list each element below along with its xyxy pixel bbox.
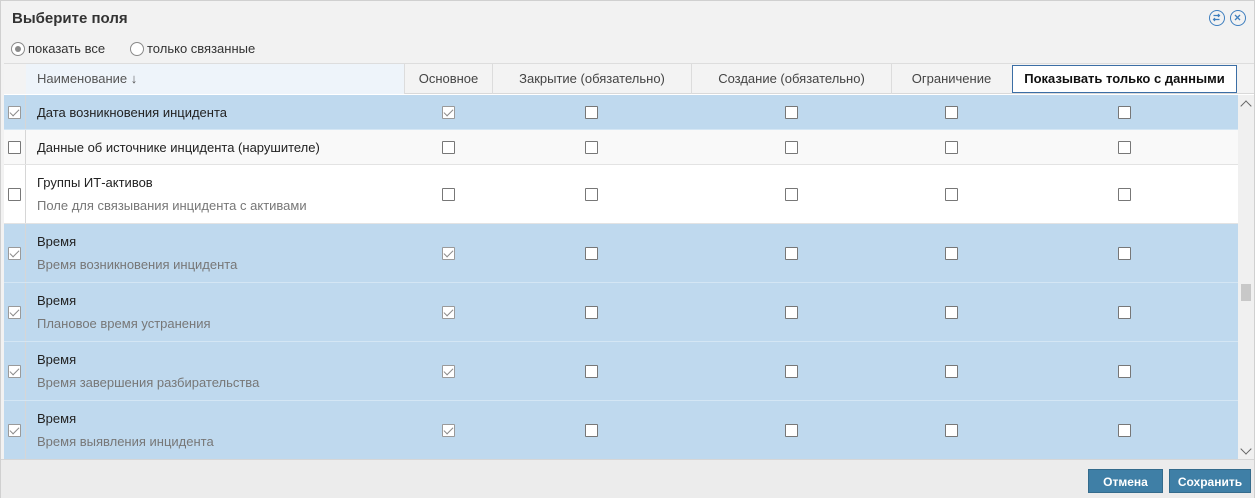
radio-show-all-label: показать все [28, 41, 106, 56]
checkbox-restriction[interactable] [945, 306, 958, 319]
checkbox-main[interactable] [442, 247, 455, 260]
checkbox-closing[interactable] [585, 306, 598, 319]
checkbox-restriction[interactable] [945, 141, 958, 154]
checkbox-closing[interactable] [585, 106, 598, 119]
checkbox-only-data[interactable] [1118, 424, 1131, 437]
checkbox-closing[interactable] [585, 247, 598, 260]
row-select-checkbox[interactable] [8, 106, 21, 119]
checkbox-creation[interactable] [785, 247, 798, 260]
row-select-checkbox[interactable] [8, 306, 21, 319]
checkbox-restriction[interactable] [945, 424, 958, 437]
save-button[interactable]: Сохранить [1169, 469, 1251, 493]
checkbox-creation[interactable] [785, 188, 798, 201]
radio-only-linked-label: только связанные [147, 41, 256, 56]
checkbox-creation[interactable] [785, 306, 798, 319]
header-checkbox-cell [4, 64, 26, 94]
grid-header: Наименование ↓ Основное Закрытие (обязат… [4, 64, 1254, 94]
checkbox-restriction[interactable] [945, 188, 958, 201]
close-icon[interactable] [1230, 10, 1246, 26]
table-row[interactable]: Дата возникновения инцидента [4, 95, 1238, 130]
radio-button[interactable] [11, 41, 25, 56]
column-header-closing[interactable]: Закрытие (обязательно) [492, 64, 691, 94]
checkbox-main[interactable] [442, 141, 455, 154]
column-header-main[interactable]: Основное [404, 64, 492, 94]
checkbox-restriction[interactable] [945, 247, 958, 260]
checkbox-only-data[interactable] [1118, 106, 1131, 119]
row-title: Время [37, 352, 77, 367]
column-header-only-data[interactable]: Показывать только с данными [1012, 65, 1237, 93]
row-title: Время [37, 411, 77, 426]
dialog-footer: Отмена Сохранить [1, 459, 1254, 498]
radio-show-all[interactable]: показать все [11, 41, 105, 56]
row-select-checkbox[interactable] [8, 247, 21, 260]
table-row[interactable]: Группы ИТ-активов Поле для связывания инц… [4, 165, 1238, 224]
scroll-thumb[interactable] [1241, 284, 1251, 301]
table-row[interactable]: Время Плановое время устранения [4, 283, 1238, 342]
cancel-button[interactable]: Отмена [1088, 469, 1163, 493]
radio-button[interactable] [130, 41, 144, 56]
dialog-title: Выберите поля [12, 10, 128, 27]
column-header-name[interactable]: Наименование ↓ [26, 64, 404, 94]
select-fields-dialog: Выберите поля показать все только связан… [0, 0, 1255, 498]
dialog-titlebar: Выберите поля [1, 1, 1254, 37]
fields-grid: Наименование ↓ Основное Закрытие (обязат… [4, 63, 1254, 459]
row-title: Группы ИТ-активов [37, 175, 153, 190]
checkbox-closing[interactable] [585, 365, 598, 378]
column-header-restriction[interactable]: Ограничение [891, 64, 1011, 94]
checkbox-only-data[interactable] [1118, 188, 1131, 201]
checkbox-main[interactable] [442, 106, 455, 119]
table-row[interactable]: Время Время возникновения инцидента [4, 224, 1238, 283]
scroll-up-arrow-icon[interactable] [1240, 100, 1252, 112]
row-select-checkbox[interactable] [8, 141, 21, 154]
row-description: Время возникновения инцидента [37, 257, 238, 272]
row-select-checkbox[interactable] [8, 424, 21, 437]
checkbox-creation[interactable] [785, 424, 798, 437]
checkbox-main[interactable] [442, 365, 455, 378]
vertical-scrollbar[interactable] [1238, 95, 1254, 459]
radio-only-linked[interactable]: только связанные [130, 41, 255, 56]
checkbox-closing[interactable] [585, 424, 598, 437]
table-row[interactable]: Данные об источнике инцидента (нарушител… [4, 130, 1238, 165]
row-select-cell [4, 283, 26, 341]
row-description: Время завершения разбирательства [37, 375, 260, 390]
row-select-checkbox[interactable] [8, 188, 21, 201]
checkbox-restriction[interactable] [945, 365, 958, 378]
row-select-cell [4, 130, 26, 164]
row-select-cell [4, 342, 26, 400]
row-description: Время выявления инцидента [37, 434, 214, 449]
checkbox-only-data[interactable] [1118, 247, 1131, 260]
row-title: Данные об источнике инцидента (нарушител… [37, 140, 320, 155]
checkbox-main[interactable] [442, 188, 455, 201]
table-row[interactable]: Время Время выявления инцидента [4, 401, 1238, 459]
row-select-cell [4, 165, 26, 223]
row-select-cell [4, 224, 26, 282]
row-title: Время [37, 234, 77, 249]
table-row[interactable]: Время Время завершения разбирательства [4, 342, 1238, 401]
filter-bar: показать все только связанные [1, 39, 601, 61]
row-select-cell [4, 95, 26, 129]
row-description: Поле для связывания инцидента с активами [37, 198, 307, 213]
row-select-cell [4, 401, 26, 459]
checkbox-closing[interactable] [585, 188, 598, 201]
row-title: Время [37, 293, 77, 308]
row-title: Дата возникновения инцидента [37, 105, 228, 120]
checkbox-main[interactable] [442, 306, 455, 319]
refresh-icon[interactable] [1209, 10, 1225, 26]
column-header-creation[interactable]: Создание (обязательно) [691, 64, 891, 94]
checkbox-closing[interactable] [585, 141, 598, 154]
row-description: Плановое время устранения [37, 316, 211, 331]
checkbox-main[interactable] [442, 424, 455, 437]
scroll-down-arrow-icon[interactable] [1240, 443, 1252, 455]
checkbox-creation[interactable] [785, 141, 798, 154]
checkbox-creation[interactable] [785, 106, 798, 119]
checkbox-only-data[interactable] [1118, 365, 1131, 378]
row-select-checkbox[interactable] [8, 365, 21, 378]
checkbox-only-data[interactable] [1118, 141, 1131, 154]
checkbox-creation[interactable] [785, 365, 798, 378]
checkbox-restriction[interactable] [945, 106, 958, 119]
checkbox-only-data[interactable] [1118, 306, 1131, 319]
